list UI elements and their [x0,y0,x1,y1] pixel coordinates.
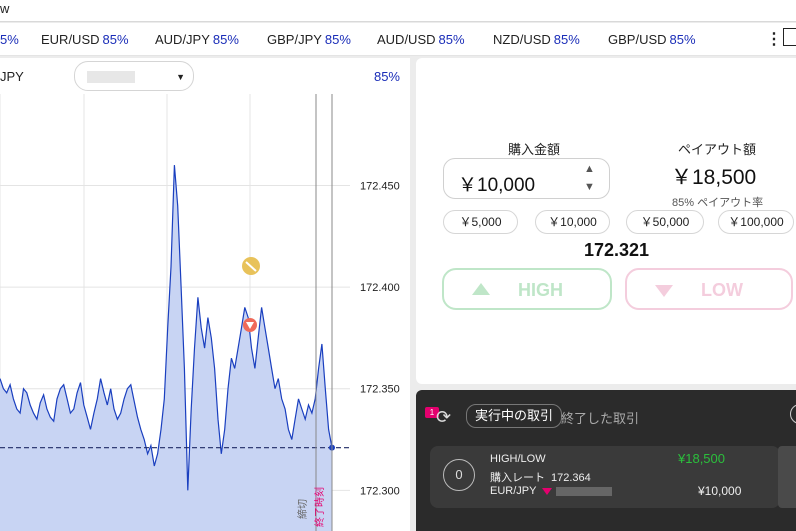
position-card-side[interactable] [778,446,796,508]
position-card[interactable]: 0 HIGH/LOW 購入レート 172.364 EUR/JPY ¥18,500 … [430,446,780,508]
price-area [0,165,332,531]
ticker-item[interactable]: AUD/USD 85% [377,32,465,47]
ticker-item[interactable]: 5% [0,32,19,47]
y-tick-label: 172.350 [360,384,400,396]
arrow-down-icon [655,285,673,297]
chart-pair-label: JPY [0,69,24,84]
ticker-item[interactable]: GBP/USD 85% [608,32,696,47]
top-strip: w [0,0,796,22]
redacted-value [556,486,613,496]
position-rate-row: 購入レート 172.364 [490,472,591,484]
position-payout: ¥18,500 [678,451,725,466]
tab-closed-trades[interactable]: 終了した取引 [561,408,639,427]
high-label: HIGH [518,280,563,300]
payout-rate: 85% ペイアウト率 [672,197,764,209]
ticker-item[interactable]: GBP/JPY 85% [267,32,351,47]
panel-toggle-icon[interactable] [783,28,796,46]
amount-value[interactable]: ￥10,000 [458,170,535,197]
ticker-item[interactable]: NZD/USD 85% [493,32,580,47]
chevron-down-icon: ▼ [176,72,185,82]
positions-panel: 1 ⟳ 実行中の取引 終了した取引 0 HIGH/LOW 購入レート 172.36… [416,390,796,531]
redacted-value [87,71,135,83]
arrow-down-icon [542,487,553,495]
chart-panel: JPY ▼ 85% 締切 終了時刻 172.450 172.400 172.350 172… [0,58,410,531]
chart-payout-pct: 85% [373,69,400,84]
current-rate: 172.321 [584,240,650,260]
high-button[interactable]: HIGH [442,268,612,310]
top-strip-text: w [0,1,10,16]
more-vertical-icon[interactable]: ⋮ [766,29,782,49]
expiry-select[interactable]: ▼ [74,61,194,91]
low-label: LOW [701,280,743,300]
trade-panel: 購入金額 ￥10,000 ▲ ▼ ペイアウト額 ￥18,500 85% ペイアウ… [416,58,796,384]
y-tick-label: 172.400 [360,282,400,294]
amount-input[interactable]: ￥10,000 ▲ ▼ [443,158,610,199]
ticker-item[interactable]: AUD/JPY 85% [155,32,239,47]
position-index: 0 [443,459,475,491]
price-chart[interactable]: 締切 終了時刻 172.450 172.400 172.350 172.300 [0,94,410,531]
deadline-label: 締切 [296,499,309,519]
ticker-item[interactable]: EUR/USD 85% [41,32,129,47]
quick-amount-button[interactable]: ￥5,000 [443,210,518,234]
tab-active-trades[interactable]: 実行中の取引 [466,404,563,428]
y-tick-label: 172.450 [360,180,400,192]
quick-amount-button[interactable]: ￥10,000 [535,210,610,234]
quick-amount-button[interactable]: ￥50,000 [626,210,704,234]
y-tick-label: 172.300 [360,485,400,497]
payout-value: ￥18,500 [671,166,757,189]
quick-amount-button[interactable]: ￥100,000 [718,210,794,234]
position-pair-row: EUR/JPY [490,485,613,497]
position-type: HIGH/LOW [490,453,546,465]
refresh-icon[interactable]: ⟳ [436,407,451,428]
amount-label: 購入金額 [508,142,561,157]
increase-icon[interactable]: ▲ [584,163,595,175]
position-stake: ¥10,000 [698,484,742,498]
decrease-icon[interactable]: ▼ [584,181,595,193]
low-button[interactable]: LOW [625,268,793,310]
ticker-bar: 5% EUR/USD 85% AUD/JPY 85% GBP/JPY 85% AUD/… [0,23,796,56]
info-icon[interactable] [790,404,796,424]
payout-label: ペイアウト額 [678,142,757,157]
arrow-up-icon [472,283,490,295]
expiry-label: 終了時刻 [313,487,326,527]
